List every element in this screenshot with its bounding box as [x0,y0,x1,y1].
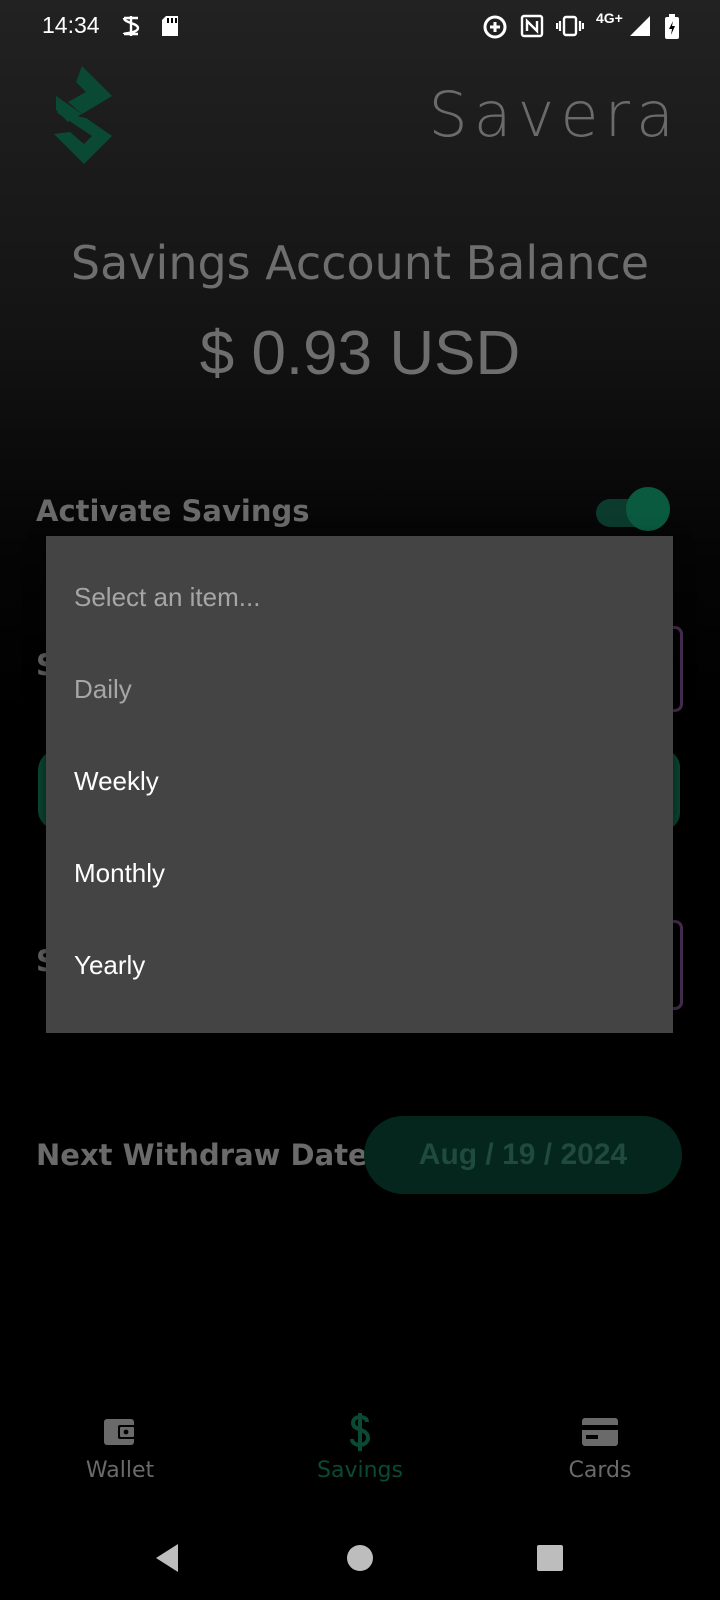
signal-icon [628,14,652,38]
battery-charging-icon [664,14,680,39]
back-icon[interactable] [148,1538,188,1578]
dropdown-item-yearly[interactable]: Yearly [74,950,145,981]
withdraw-date-button[interactable]: Aug / 19 / 2024 [364,1116,682,1194]
wallet-icon [20,1410,220,1454]
vibrate-icon [555,14,585,38]
nav-cards-label: Cards [568,1458,632,1483]
next-withdraw-label: Next Withdraw Date [36,1138,368,1172]
dollar-icon [260,1410,460,1454]
nav-wallet-label: Wallet [85,1458,155,1483]
network-type: 4G+ [596,10,623,26]
brand-title: Savera [428,78,680,151]
nav-savings-label: Savings [317,1458,403,1483]
nfc-icon [520,14,544,38]
dropdown-item-placeholder: Select an item... [74,582,261,612]
credit-card-icon [500,1410,700,1454]
frequency-dropdown-menu: Select an item... Daily Weekly Monthly Y… [46,536,673,1033]
activate-savings-label: Activate Savings [36,494,310,528]
nav-wallet[interactable]: Wallet [20,1410,220,1483]
balance-amount: $ 0.93 USD [199,319,521,388]
home-icon[interactable] [340,1538,380,1578]
sd-card-icon [160,14,180,38]
bottom-navigation: Wallet Savings Cards [0,1410,720,1510]
dropdown-item-monthly[interactable]: Monthly [74,858,165,889]
status-time: 14:34 [42,12,100,38]
system-navigation-bar [0,1520,720,1600]
activate-savings-toggle[interactable] [596,487,670,531]
status-bar: 14:34 4G+ [0,0,720,56]
vpn-key-icon [120,14,142,38]
toggle-thumb [626,487,670,531]
data-saver-icon [482,14,508,39]
nav-savings[interactable]: Savings [260,1410,460,1483]
dropdown-item-weekly[interactable]: Weekly [74,766,159,797]
recents-icon[interactable] [530,1538,570,1578]
balance-title: Savings Account Balance [70,236,650,290]
nav-cards[interactable]: Cards [500,1410,700,1483]
dropdown-item-daily: Daily [74,674,132,704]
savera-logo-icon [52,66,116,166]
